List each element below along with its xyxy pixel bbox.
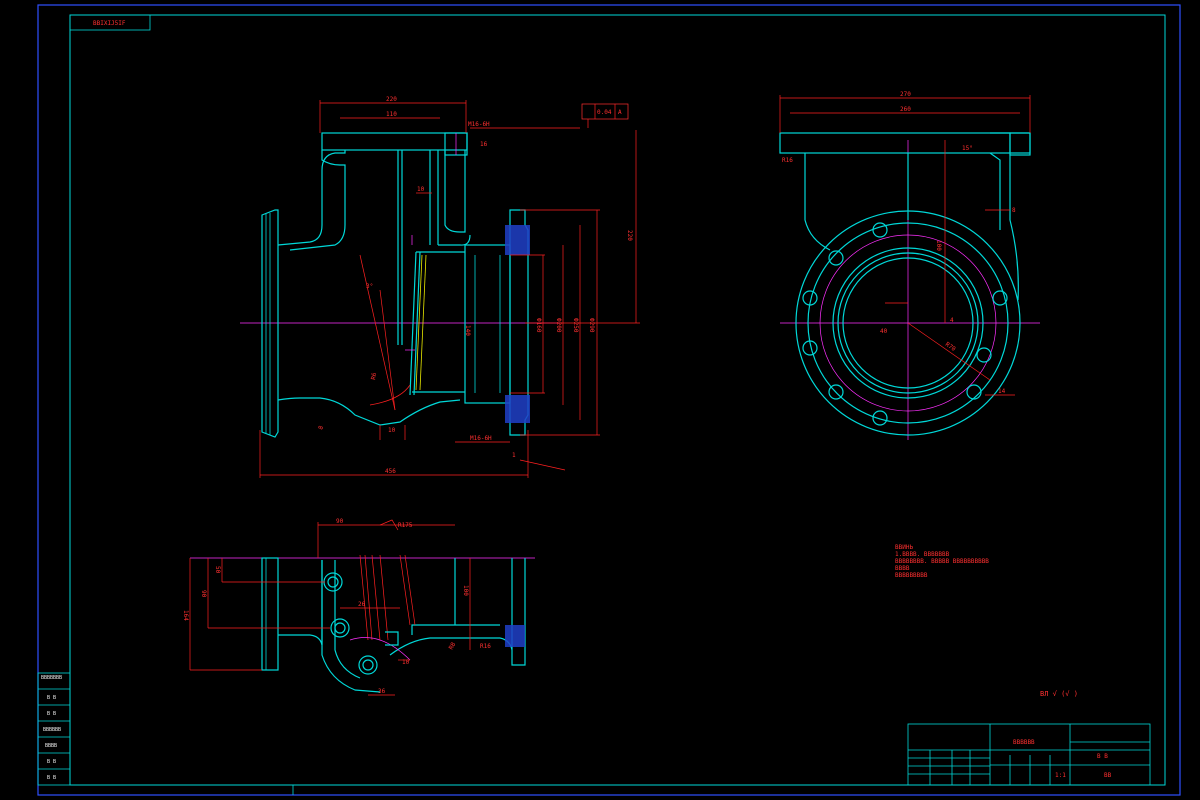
inner-frame xyxy=(69,14,1166,786)
dim-front-center: 140 xyxy=(464,325,471,336)
dim-side-center: 40 xyxy=(880,328,888,335)
tech-notes: ВВИНЬ 1.ВВВВ. ВВВВВВВ ВВВВВВВВ. ВВВВВ ВВ… xyxy=(895,544,989,579)
side-table-cell: ВВВВ xyxy=(45,743,57,749)
dim-bottom-right-a: 100 xyxy=(462,585,469,596)
dim-front-flange-r: R6 xyxy=(370,372,378,381)
dim-bottom-left-a: 50 xyxy=(214,566,221,574)
dim-front-bore-b: Ф200 xyxy=(555,318,562,333)
gdt-value: 0.04 xyxy=(597,109,612,116)
side-table-cell: В В xyxy=(47,711,56,717)
drawing-canvas: BBIXIJ5IF ВВВВВВВ В В В В ВВВВВВ ВВВВ В … xyxy=(37,4,1181,796)
dim-side-radius: R70 xyxy=(944,341,957,353)
front-view: 220 110 M16-6H 456 220 Ф290 Ф250 Ф200 Ф1… xyxy=(240,96,640,478)
note-line: ВВВВВВВВ. ВВВВВ ВВВВВВВВВВ xyxy=(895,558,989,565)
dim-bottom-top-b: R175 xyxy=(398,522,413,529)
title-label-a: В В xyxy=(1097,753,1108,760)
dim-side-offset: 14 xyxy=(998,388,1006,395)
dim-side-height: 100 xyxy=(935,240,942,251)
dim-front-bottom: 10 xyxy=(388,427,396,434)
dim-bottom-side: 10 xyxy=(402,659,410,666)
side-table-cell: В В xyxy=(47,759,56,765)
dim-bottom-mid: 26 xyxy=(358,601,366,608)
title-scale: 1:1 xyxy=(1055,772,1066,779)
dim-side-angle: 15° xyxy=(962,145,973,152)
dim-bottom-left-c: 164 xyxy=(182,610,189,621)
dim-front-thk: 16 xyxy=(480,141,488,148)
side-table-cell: ВВВВВВВ xyxy=(41,675,62,681)
note-line: ВВИНЬ xyxy=(895,544,913,551)
dim-side-ref: 4 xyxy=(950,317,954,324)
dim-front-depth: 10 xyxy=(417,186,425,193)
title-block: ВВВВВВ В В ВВ 1:1 xyxy=(907,723,1151,786)
dim-side-flange: R16 xyxy=(782,157,793,164)
dim-bottom-r-small: R8 xyxy=(448,641,458,651)
dim-side-top: 270 xyxy=(900,91,911,98)
dim-front-bore-a: Ф160 xyxy=(535,318,542,333)
roughness-symbol: ВЛ √ (√ ) xyxy=(1040,690,1078,698)
note-line: 1.ВВВВ. ВВВВВВВ xyxy=(895,551,950,558)
dim-front-gap: 1 xyxy=(512,452,516,459)
dim-front-angle: 3° xyxy=(366,283,373,290)
dim-front-thr-bot: M16-6H xyxy=(470,435,492,442)
outer-frame xyxy=(37,4,1181,796)
note-line: ВВВВВВВВВ xyxy=(895,572,928,579)
corner-tag-text: BBIXIJ5IF xyxy=(93,20,126,27)
dim-front-top: 220 xyxy=(386,96,397,103)
bottom-view: 90 R175 164 90 50 26 36 100 R16 R8 10 xyxy=(182,518,535,696)
side-view: 270 260 R16 100 15° 8 R70 40 14 4 xyxy=(779,91,1040,440)
side-table: ВВВВВВВ В В В В ВВВВВВ ВВВВ В В В В xyxy=(37,672,71,786)
dim-front-pitch-a: Ф290 xyxy=(588,318,595,333)
dim-bottom-bottom: 36 xyxy=(378,688,386,695)
dim-front-thread-top: M16-6H xyxy=(468,121,490,128)
dim-bottom-right-b: R16 xyxy=(480,643,491,650)
side-table-cell: В В xyxy=(47,695,56,701)
dim-front-pitch-b: Ф250 xyxy=(572,318,579,333)
dim-side-wall: 8 xyxy=(1012,207,1016,214)
dim-front-base: 8 xyxy=(317,425,325,431)
dim-side-inner: 260 xyxy=(900,106,911,113)
side-table-cell: В В xyxy=(47,775,56,781)
note-line: ВВВВ xyxy=(895,565,910,572)
dim-front-inner: 110 xyxy=(386,111,397,118)
title-part-name: ВВВВВВ xyxy=(1013,739,1035,746)
dim-bottom-top-a: 90 xyxy=(336,518,344,525)
dim-front-overall: 456 xyxy=(385,468,396,475)
dim-bottom-left-b: 90 xyxy=(200,590,207,598)
title-label-b: ВВ xyxy=(1104,772,1112,779)
dim-front-height: 220 xyxy=(626,230,633,241)
side-table-cell: ВВВВВВ xyxy=(43,727,61,733)
gdt-ref: A xyxy=(618,109,622,116)
